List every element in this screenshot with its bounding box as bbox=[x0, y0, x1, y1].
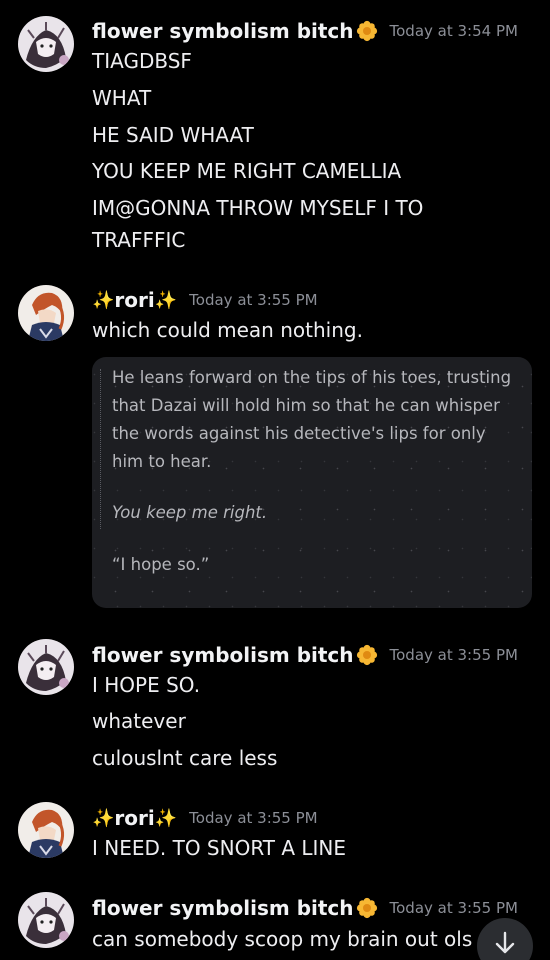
scroll-to-bottom-button[interactable] bbox=[477, 918, 533, 960]
message-line: HE SAID WHAAT bbox=[92, 123, 254, 147]
sparkle-icon: ✨ bbox=[154, 289, 178, 311]
timestamp: Today at 3:54 PM bbox=[389, 22, 518, 40]
message-header: ✨ rori ✨ Today at 3:55 PM bbox=[92, 803, 318, 833]
message-header: flower symbolism bitch Today at 3:55 PM bbox=[92, 893, 518, 923]
author-name[interactable]: rori bbox=[114, 288, 154, 312]
avatar-flower-symbolism[interactable] bbox=[18, 16, 74, 72]
sparkle-icon: ✨ bbox=[92, 289, 115, 311]
avatar-flower-symbolism[interactable] bbox=[18, 639, 74, 695]
timestamp: Today at 3:55 PM bbox=[389, 646, 518, 664]
message-line: can somebody scoop my brain out ols bbox=[92, 927, 473, 951]
embed-line-italic: You keep me right. bbox=[112, 503, 268, 522]
message-header: ✨ rori ✨ Today at 3:55 PM bbox=[92, 285, 318, 315]
message-line: IM@GONNA THROW MYSELF I TO bbox=[92, 196, 424, 220]
avatar-flower-symbolism[interactable] bbox=[18, 892, 74, 948]
embed-line: that Dazai will hold him so that he can … bbox=[112, 396, 500, 415]
author-name[interactable]: flower symbolism bitch bbox=[92, 896, 354, 920]
quote-embed[interactable]: He leans forward on the tips of his toes… bbox=[92, 357, 532, 608]
message-line: whatever bbox=[92, 709, 186, 733]
author-name[interactable]: rori bbox=[114, 806, 154, 830]
timestamp: Today at 3:55 PM bbox=[189, 291, 318, 309]
author-name[interactable]: flower symbolism bitch bbox=[92, 19, 354, 43]
flower-badge-icon bbox=[356, 20, 377, 42]
embed-line: He leans forward on the tips of his toes… bbox=[112, 368, 512, 387]
message-line: I NEED. TO SNORT A LINE bbox=[92, 836, 347, 860]
message-line: I HOPE SO. bbox=[92, 673, 201, 697]
sparkle-icon: ✨ bbox=[154, 807, 178, 829]
sparkle-icon: ✨ bbox=[92, 807, 115, 829]
embed-line: the words against his detective's lips f… bbox=[112, 424, 486, 443]
arrow-down-icon bbox=[495, 931, 515, 954]
message-header: flower symbolism bitch Today at 3:54 PM bbox=[92, 16, 518, 46]
message-line: WHAT bbox=[92, 86, 152, 110]
avatar-rori[interactable] bbox=[18, 285, 74, 341]
flower-badge-icon bbox=[356, 644, 377, 666]
embed-line: him to hear. bbox=[112, 452, 212, 471]
embed-divider bbox=[100, 369, 101, 529]
avatar-rori[interactable] bbox=[18, 802, 74, 858]
message-line: TRAFFFIC bbox=[92, 228, 186, 252]
timestamp: Today at 3:55 PM bbox=[389, 899, 518, 917]
message-line: YOU KEEP ME RIGHT CAMELLIA bbox=[92, 159, 402, 183]
message-header: flower symbolism bitch Today at 3:55 PM bbox=[92, 640, 518, 670]
author-name[interactable]: flower symbolism bitch bbox=[92, 643, 354, 667]
message-line: TIAGDBSF bbox=[92, 49, 192, 73]
message-line: which could mean nothing. bbox=[92, 318, 363, 342]
embed-line: “I hope so.” bbox=[112, 555, 210, 574]
message-line: culouslnt care less bbox=[92, 746, 278, 770]
flower-badge-icon bbox=[356, 897, 377, 919]
timestamp: Today at 3:55 PM bbox=[189, 809, 318, 827]
